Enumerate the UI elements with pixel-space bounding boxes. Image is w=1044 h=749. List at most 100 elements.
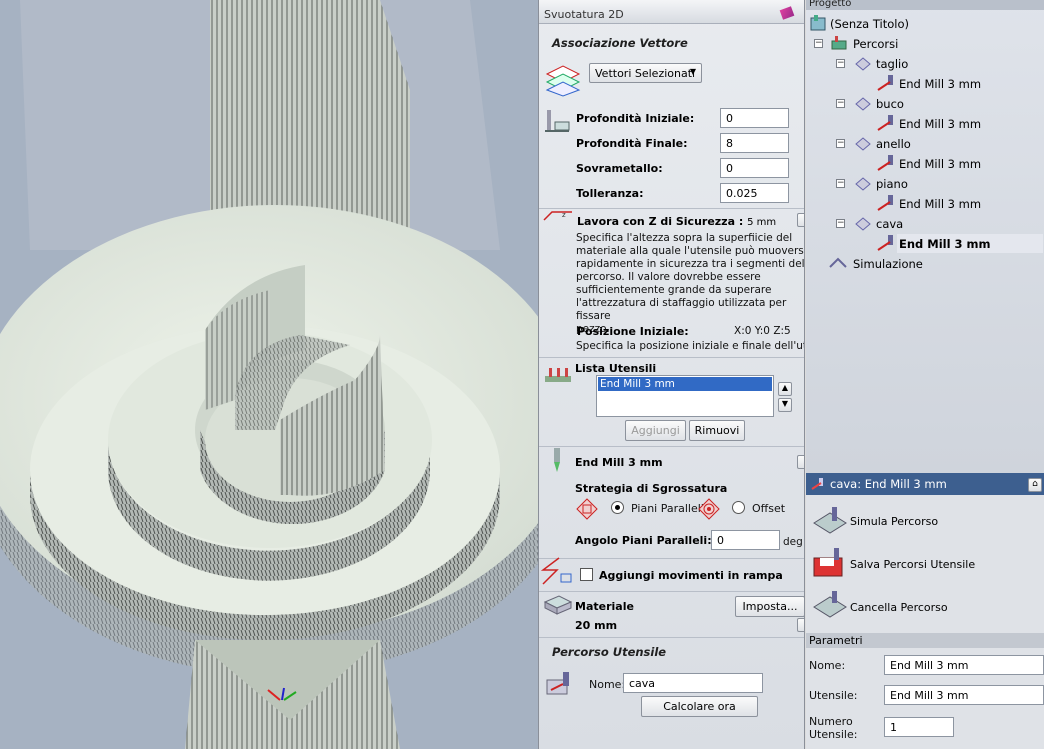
tree-path-name[interactable]: taglio — [876, 57, 908, 71]
tree-path-tool[interactable]: End Mill 3 mm — [899, 197, 981, 211]
svg-text:z: z — [562, 211, 566, 219]
parameters-header: Parametri — [806, 633, 1044, 648]
3d-viewport[interactable] — [0, 0, 538, 749]
end-mill-icon — [876, 154, 896, 172]
home-position-description: Specifica la posizione iniziale e finale… — [576, 340, 804, 352]
vector-layers-icon — [545, 64, 581, 98]
home-icon[interactable]: ⌂ — [1028, 478, 1042, 492]
toolpath-name-input[interactable]: cava — [623, 673, 763, 693]
tree-path-name[interactable]: anello — [876, 137, 911, 151]
expand-safe-z-button[interactable] — [797, 213, 804, 227]
tree-path-name[interactable]: piano — [876, 177, 908, 191]
tree-simulation[interactable]: Simulazione — [853, 257, 923, 271]
end-mill-icon — [551, 448, 563, 474]
simulate-icon — [812, 505, 848, 535]
panel-title: Svuotatura 2D — [539, 0, 804, 24]
tool-up-button[interactable]: ▲ — [778, 382, 792, 396]
tree-path-tool[interactable]: End Mill 3 mm — [899, 117, 981, 131]
collapse-toggle[interactable]: − — [836, 139, 845, 148]
toolpath-hatch-icon — [854, 96, 872, 112]
param-tool-number-input[interactable]: 1 — [884, 717, 954, 737]
path-properties-panel: cava: End Mill 3 mm ⌂ Simula Percorso Sa… — [806, 473, 1044, 749]
tree-root[interactable]: (Senza Titolo) — [830, 17, 909, 31]
end-mill-icon — [876, 74, 896, 92]
end-depth-input[interactable]: 8 — [720, 133, 789, 153]
collapse-toggle[interactable]: − — [836, 59, 845, 68]
safe-z-value: 5 mm — [747, 217, 777, 228]
raster-angle-input[interactable]: 0 — [711, 530, 780, 550]
param-tool-label: Utensile: — [809, 689, 858, 702]
end-mill-icon — [876, 234, 896, 252]
collapse-toggle[interactable]: − — [836, 99, 845, 108]
raster-strategy-icon — [576, 498, 598, 520]
raster-angle-label: Angolo Piani Paralleli: — [575, 534, 712, 547]
project-header: Progetto — [806, 0, 1044, 10]
tool-list-item[interactable]: End Mill 3 mm — [598, 377, 772, 391]
tree-path-tool[interactable]: End Mill 3 mm — [899, 157, 981, 171]
tree-path-name[interactable]: cava — [876, 217, 903, 231]
tool-list-label: Lista Utensili — [575, 362, 657, 375]
ramp-icon — [540, 556, 573, 586]
selected-tool-label: End Mill 3 mm — [575, 456, 663, 469]
param-tool-input[interactable]: End Mill 3 mm — [884, 685, 1044, 705]
pocket-toolpath-panel: Svuotatura 2D Associazione Vettore Vetto… — [538, 0, 805, 749]
ramp-label: Aggiungi movimenti in rampa — [599, 569, 783, 582]
calculate-button[interactable]: Calcolare ora — [641, 696, 758, 717]
offset-strategy-icon — [698, 498, 720, 520]
collapse-toggle[interactable]: − — [836, 179, 845, 188]
toolpath-name-label: Nome: — [589, 678, 626, 691]
vector-selection-dropdown[interactable]: Vettori Selezionati ▼ — [589, 63, 702, 83]
home-position-value: X:0 Y:0 Z:5 — [734, 325, 791, 337]
tree-toolpaths-group[interactable]: Percorsi — [853, 37, 898, 51]
end-depth-label: Profondità Finale: — [576, 137, 688, 150]
tool-down-button[interactable]: ▼ — [778, 398, 792, 412]
collapse-toggle[interactable]: − — [836, 219, 845, 228]
start-depth-label: Profondità Iniziale: — [576, 112, 695, 125]
ramp-checkbox[interactable] — [580, 568, 593, 581]
tolerance-input[interactable]: 0.025 — [720, 183, 789, 203]
tolerance-label: Tolleranza: — [576, 187, 644, 200]
toolpath-hatch-icon — [854, 176, 872, 192]
strategy-offset-label: Offset — [752, 502, 786, 515]
project-tree-panel: Progetto (Senza Titolo) − Percorsi − tag… — [806, 0, 1044, 473]
allowance-label: Sovrametallo: — [576, 162, 663, 175]
project-icon — [809, 14, 827, 32]
vector-selection-value: Vettori Selezionati — [595, 67, 696, 80]
toolpath-icon — [545, 670, 575, 698]
material-expand-button[interactable] — [797, 618, 804, 632]
remove-tool-button[interactable]: Rimuovi — [689, 420, 745, 441]
tool-list[interactable]: End Mill 3 mm — [596, 375, 774, 417]
tree-path-name[interactable]: buco — [876, 97, 904, 111]
add-tool-button[interactable]: Aggiungi — [625, 420, 686, 441]
toolpath-hatch-icon — [854, 216, 872, 232]
collapse-toggle[interactable]: − — [814, 39, 823, 48]
delete-path-action[interactable]: Cancella Percorso — [850, 601, 948, 614]
strategy-raster-radio[interactable] — [611, 501, 624, 514]
tree-path-tool[interactable]: End Mill 3 mm — [899, 77, 981, 91]
depth-icon — [543, 108, 573, 134]
section-vector-association: Associazione Vettore — [552, 36, 688, 50]
toolpath-hatch-icon — [854, 136, 872, 152]
start-depth-input[interactable]: 0 — [720, 108, 789, 128]
toolpath-hatch-icon — [854, 56, 872, 72]
save-paths-icon — [812, 546, 848, 578]
safe-z-icon: z — [542, 208, 574, 226]
safe-z-description: Specifica l'altezza sopra la superfiicie… — [576, 232, 805, 335]
save-toolpaths-action[interactable]: Salva Percorsi Utensile — [850, 558, 975, 571]
end-mill-icon — [876, 114, 896, 132]
allowance-input[interactable]: 0 — [720, 158, 789, 178]
path-title-icon — [811, 477, 825, 491]
tree-path-tool-selected[interactable]: End Mill 3 mm — [897, 234, 1043, 253]
strategy-raster-label: Piani Paralleli — [631, 502, 704, 515]
edit-tool-button[interactable] — [797, 455, 804, 469]
chevron-down-icon: ▼ — [689, 67, 696, 76]
param-tool-number-label: Numero Utensile: — [809, 715, 858, 741]
safe-z-label: Lavora con Z di Sicurezza : 5 mm — [577, 215, 777, 228]
simulation-render — [0, 0, 538, 749]
param-name-input[interactable]: End Mill 3 mm — [884, 655, 1044, 675]
strategy-label: Strategia di Sgrossatura — [575, 482, 728, 495]
material-setup-button[interactable]: Imposta... — [735, 596, 804, 617]
home-position-label: Posizione Iniziale: — [577, 325, 689, 338]
strategy-offset-radio[interactable] — [732, 501, 745, 514]
simulate-path-action[interactable]: Simula Percorso — [850, 515, 938, 528]
